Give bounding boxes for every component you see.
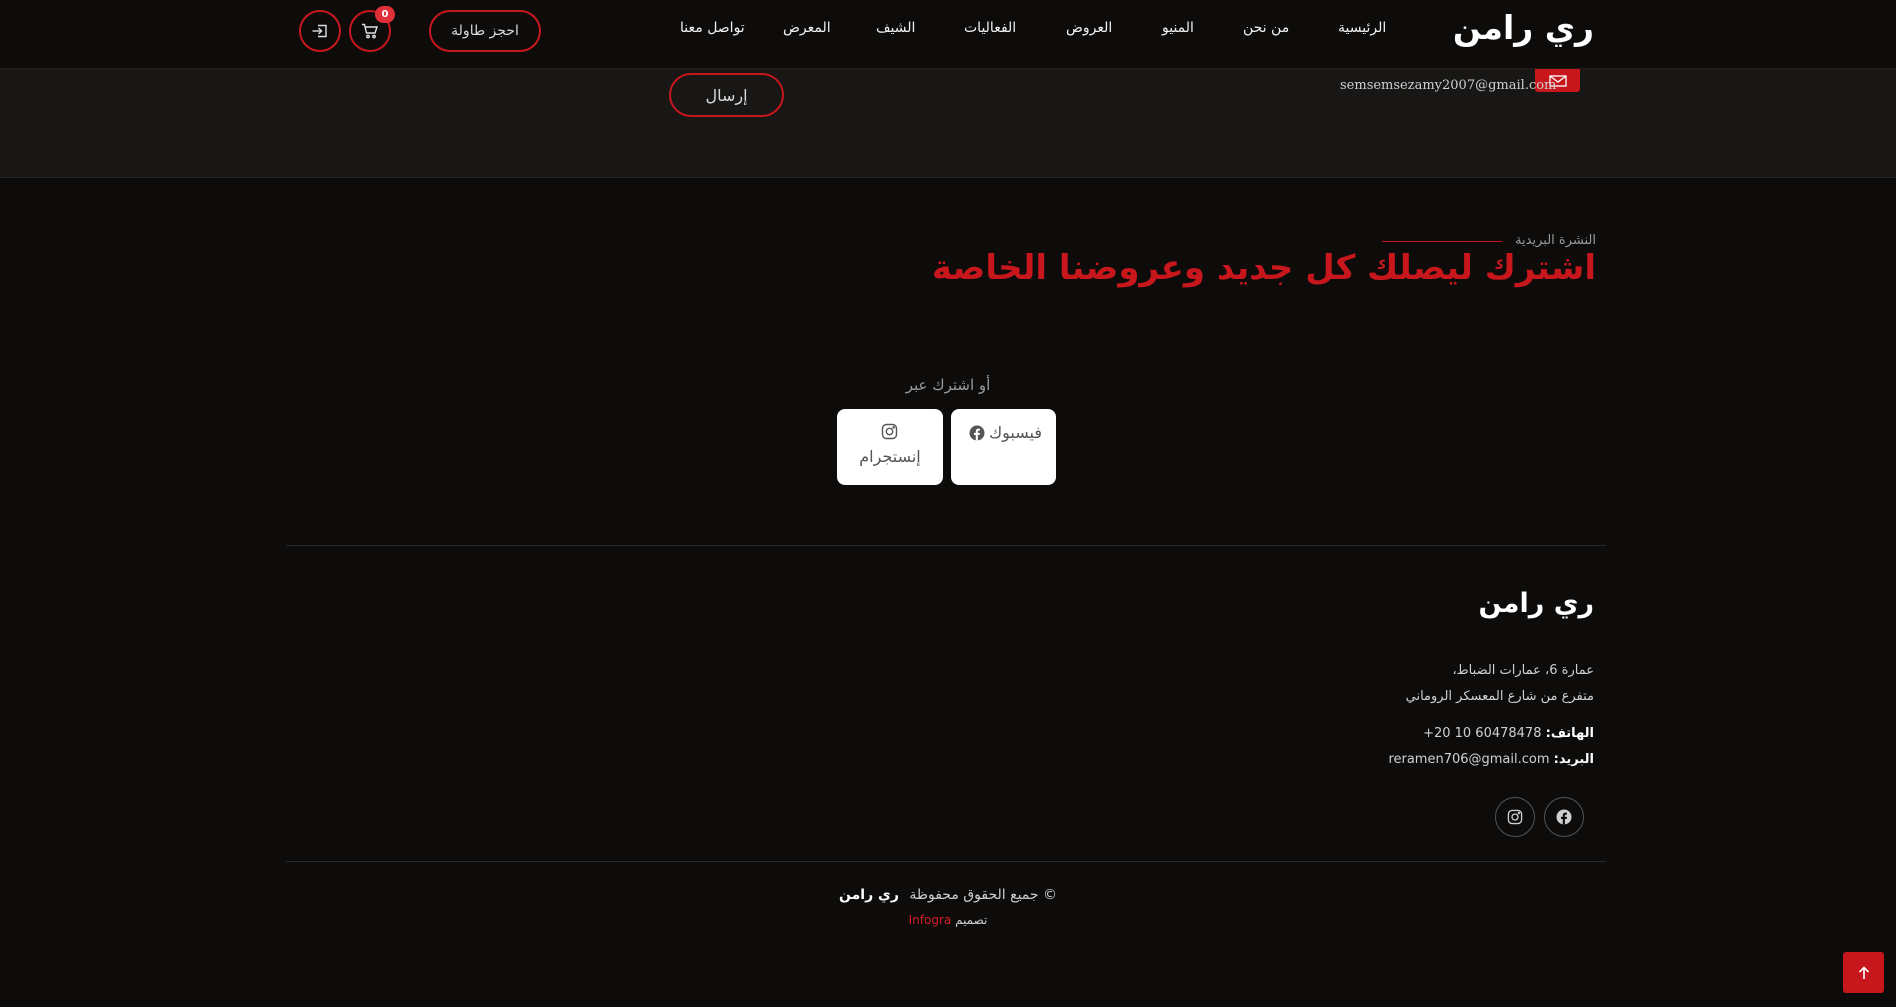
- or-subscribe-label: أو اشترك عبر: [905, 376, 991, 394]
- email-label: البريد:: [1553, 752, 1594, 767]
- address-line-2: متفرع من شارع المعسكر الروماني: [1405, 689, 1594, 704]
- phone-number[interactable]: +20 10 60478478: [1423, 726, 1541, 741]
- top-navbar: ري رامن الرئيسية من نحن المنيو العروض ال…: [0, 0, 1896, 69]
- brand-logo[interactable]: ري رامن: [1453, 8, 1594, 47]
- footer-divider: [286, 861, 1606, 862]
- newsletter-title: اشترك ليصلك كل جديد وعروضنا الخاصة: [931, 248, 1596, 288]
- facebook-subscribe-button[interactable]: فيسبوك: [951, 409, 1056, 485]
- designed-by-label: تصميم: [955, 913, 988, 927]
- send-button[interactable]: إرسال: [669, 73, 784, 117]
- contact-info-strip: semsemsezamy2007@gmail.com إرسال: [0, 69, 1896, 178]
- eyebrow-line: [1382, 241, 1502, 242]
- address-line-1: عمارة 6، عمارات الضباط،: [1452, 663, 1594, 678]
- cart-count-badge: 0: [375, 6, 395, 23]
- nav-gallery[interactable]: المعرض: [783, 20, 831, 36]
- copyright-text: © جميع الحقوق محفوظة: [909, 887, 1057, 903]
- copyright: © جميع الحقوق محفوظة ري رامن: [0, 887, 1896, 903]
- nav-events[interactable]: الفعاليات: [964, 20, 1016, 36]
- newsletter-eyebrow: النشرة البريدية: [1515, 233, 1596, 248]
- instagram-icon: [1507, 809, 1523, 825]
- copyright-name: ري رامن: [839, 887, 899, 903]
- facebook-icon: [969, 425, 985, 440]
- facebook-icon: [1556, 809, 1572, 825]
- phone-label: الهاتف:: [1545, 726, 1594, 741]
- nav-menu[interactable]: المنيو: [1162, 20, 1194, 36]
- back-to-top-button[interactable]: [1843, 952, 1884, 993]
- footer-instagram-link[interactable]: [1495, 797, 1535, 837]
- facebook-subscribe-label: فيسبوك: [988, 423, 1042, 442]
- login-icon: [312, 24, 327, 38]
- instagram-subscribe-label: إنستجرام: [859, 447, 921, 466]
- footer-email[interactable]: reramen706@gmail.com: [1388, 752, 1549, 767]
- phone-row: الهاتف: +20 10 60478478: [1423, 726, 1594, 741]
- instagram-icon: [881, 423, 898, 440]
- nav-chef[interactable]: الشيف: [876, 20, 915, 36]
- instagram-subscribe-button[interactable]: إنستجرام: [837, 409, 943, 485]
- section-divider: [286, 545, 1606, 546]
- footer-brand: ري رامن: [1478, 588, 1594, 619]
- nav-offers[interactable]: العروض: [1066, 20, 1112, 36]
- contact-email: semsemsezamy2007@gmail.com: [1340, 78, 1557, 93]
- nav-home[interactable]: الرئيسية: [1338, 20, 1386, 36]
- nav-about[interactable]: من نحن: [1243, 20, 1289, 36]
- reserve-table-button[interactable]: احجز طاولة: [429, 10, 541, 52]
- login-button[interactable]: [299, 10, 341, 52]
- footer-facebook-link[interactable]: [1544, 797, 1584, 837]
- cart-icon: [362, 23, 378, 39]
- design-credit: تصميم Infogra: [0, 913, 1896, 927]
- nav-contact[interactable]: تواصل معنا: [680, 20, 745, 36]
- arrow-up-icon: [1858, 965, 1869, 979]
- designer-link[interactable]: Infogra: [909, 913, 952, 927]
- email-row: البريد: reramen706@gmail.com: [1388, 752, 1594, 767]
